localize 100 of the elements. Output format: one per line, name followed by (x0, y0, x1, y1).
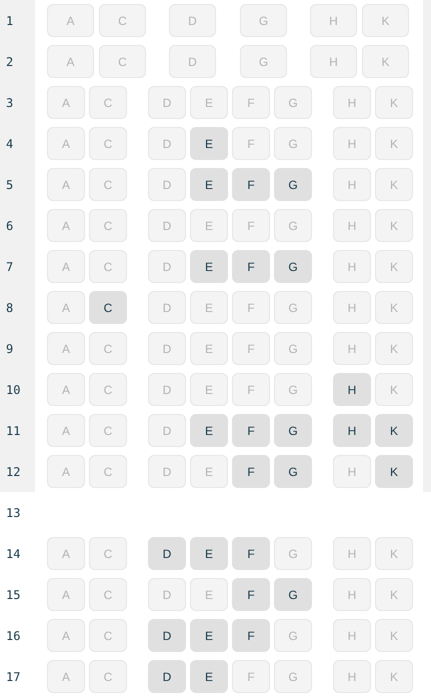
seat-button[interactable]: K (362, 4, 409, 37)
seat-button[interactable]: D (148, 209, 186, 242)
seat-button[interactable]: G (274, 86, 312, 119)
seat-button[interactable]: D (148, 291, 186, 324)
seat-button[interactable]: G (274, 414, 312, 447)
seat-button[interactable]: D (148, 414, 186, 447)
seat-button[interactable]: G (274, 619, 312, 652)
seat-button[interactable]: C (89, 291, 127, 324)
seat-button[interactable]: H (333, 455, 371, 488)
seat-button[interactable]: C (89, 455, 127, 488)
seat-button[interactable]: A (47, 291, 85, 324)
seat-button[interactable]: G (240, 4, 287, 37)
seat-button[interactable]: E (190, 373, 228, 406)
seat-button[interactable]: G (274, 332, 312, 365)
seat-button[interactable]: G (274, 578, 312, 611)
seat-button[interactable]: G (240, 45, 287, 78)
seat-button[interactable]: F (232, 127, 270, 160)
seat-button[interactable]: K (375, 660, 413, 693)
seat-button[interactable]: H (333, 537, 371, 570)
seat-button[interactable]: G (274, 373, 312, 406)
seat-button[interactable]: A (47, 414, 85, 447)
seat-button[interactable]: C (89, 86, 127, 119)
seat-button[interactable]: H (310, 45, 357, 78)
seat-button[interactable]: H (333, 291, 371, 324)
seat-button[interactable]: A (47, 619, 85, 652)
seat-button[interactable]: F (232, 250, 270, 283)
seat-button[interactable]: D (148, 455, 186, 488)
seat-button[interactable]: A (47, 537, 85, 570)
seat-button[interactable]: A (47, 455, 85, 488)
seat-button[interactable]: F (232, 578, 270, 611)
seat-button[interactable]: D (148, 168, 186, 201)
seat-button[interactable]: D (148, 127, 186, 160)
seat-button[interactable]: H (333, 168, 371, 201)
seat-button[interactable]: A (47, 578, 85, 611)
seat-button[interactable]: A (47, 86, 85, 119)
seat-button[interactable]: E (190, 209, 228, 242)
seat-button[interactable]: F (232, 86, 270, 119)
seat-button[interactable]: C (89, 209, 127, 242)
seat-button[interactable]: E (190, 168, 228, 201)
seat-button[interactable]: G (274, 537, 312, 570)
seat-button[interactable]: E (190, 250, 228, 283)
seat-button[interactable]: D (169, 45, 216, 78)
seat-button[interactable]: D (148, 250, 186, 283)
seat-button[interactable]: F (232, 455, 270, 488)
seat-button[interactable]: G (274, 209, 312, 242)
seat-button[interactable]: G (274, 291, 312, 324)
seat-button[interactable]: A (47, 4, 94, 37)
seat-button[interactable]: D (148, 578, 186, 611)
seat-button[interactable]: H (333, 619, 371, 652)
seat-button[interactable]: H (333, 209, 371, 242)
seat-button[interactable]: E (190, 127, 228, 160)
seat-button[interactable]: E (190, 537, 228, 570)
seat-button[interactable]: E (190, 332, 228, 365)
seat-button[interactable]: K (375, 373, 413, 406)
seat-button[interactable]: C (89, 578, 127, 611)
seat-button[interactable]: H (333, 414, 371, 447)
seat-button[interactable]: H (333, 332, 371, 365)
seat-button[interactable]: K (375, 619, 413, 652)
seat-button[interactable]: G (274, 168, 312, 201)
seat-button[interactable]: C (89, 660, 127, 693)
seat-button[interactable]: A (47, 168, 85, 201)
seat-button[interactable]: D (148, 619, 186, 652)
seat-button[interactable]: E (190, 455, 228, 488)
seat-button[interactable]: C (89, 373, 127, 406)
seat-button[interactable]: E (190, 619, 228, 652)
seat-button[interactable]: F (232, 291, 270, 324)
seat-button[interactable]: H (333, 250, 371, 283)
seat-button[interactable]: A (47, 127, 85, 160)
seat-button[interactable]: D (148, 86, 186, 119)
seat-button[interactable]: K (375, 291, 413, 324)
seat-button[interactable]: H (333, 373, 371, 406)
seat-button[interactable]: D (148, 332, 186, 365)
seat-button[interactable]: K (375, 578, 413, 611)
seat-button[interactable]: F (232, 414, 270, 447)
seat-button[interactable]: C (99, 4, 146, 37)
seat-button[interactable]: F (232, 332, 270, 365)
seat-button[interactable]: F (232, 209, 270, 242)
seat-button[interactable]: K (375, 168, 413, 201)
seat-button[interactable]: F (232, 660, 270, 693)
seat-button[interactable]: C (89, 127, 127, 160)
seat-button[interactable]: A (47, 45, 94, 78)
seat-button[interactable]: H (333, 127, 371, 160)
seat-button[interactable]: G (274, 127, 312, 160)
seat-button[interactable]: K (375, 455, 413, 488)
seat-button[interactable]: C (89, 250, 127, 283)
seat-button[interactable]: H (333, 660, 371, 693)
seat-button[interactable]: K (375, 86, 413, 119)
seat-button[interactable]: D (148, 537, 186, 570)
seat-button[interactable]: H (333, 578, 371, 611)
seat-button[interactable]: C (89, 332, 127, 365)
seat-button[interactable]: C (89, 537, 127, 570)
seat-button[interactable]: A (47, 332, 85, 365)
seat-button[interactable]: K (362, 45, 409, 78)
seat-button[interactable]: H (333, 86, 371, 119)
seat-button[interactable]: F (232, 537, 270, 570)
seat-button[interactable]: E (190, 578, 228, 611)
seat-button[interactable]: D (148, 660, 186, 693)
seat-button[interactable]: G (274, 250, 312, 283)
seat-button[interactable]: F (232, 619, 270, 652)
seat-button[interactable]: A (47, 660, 85, 693)
